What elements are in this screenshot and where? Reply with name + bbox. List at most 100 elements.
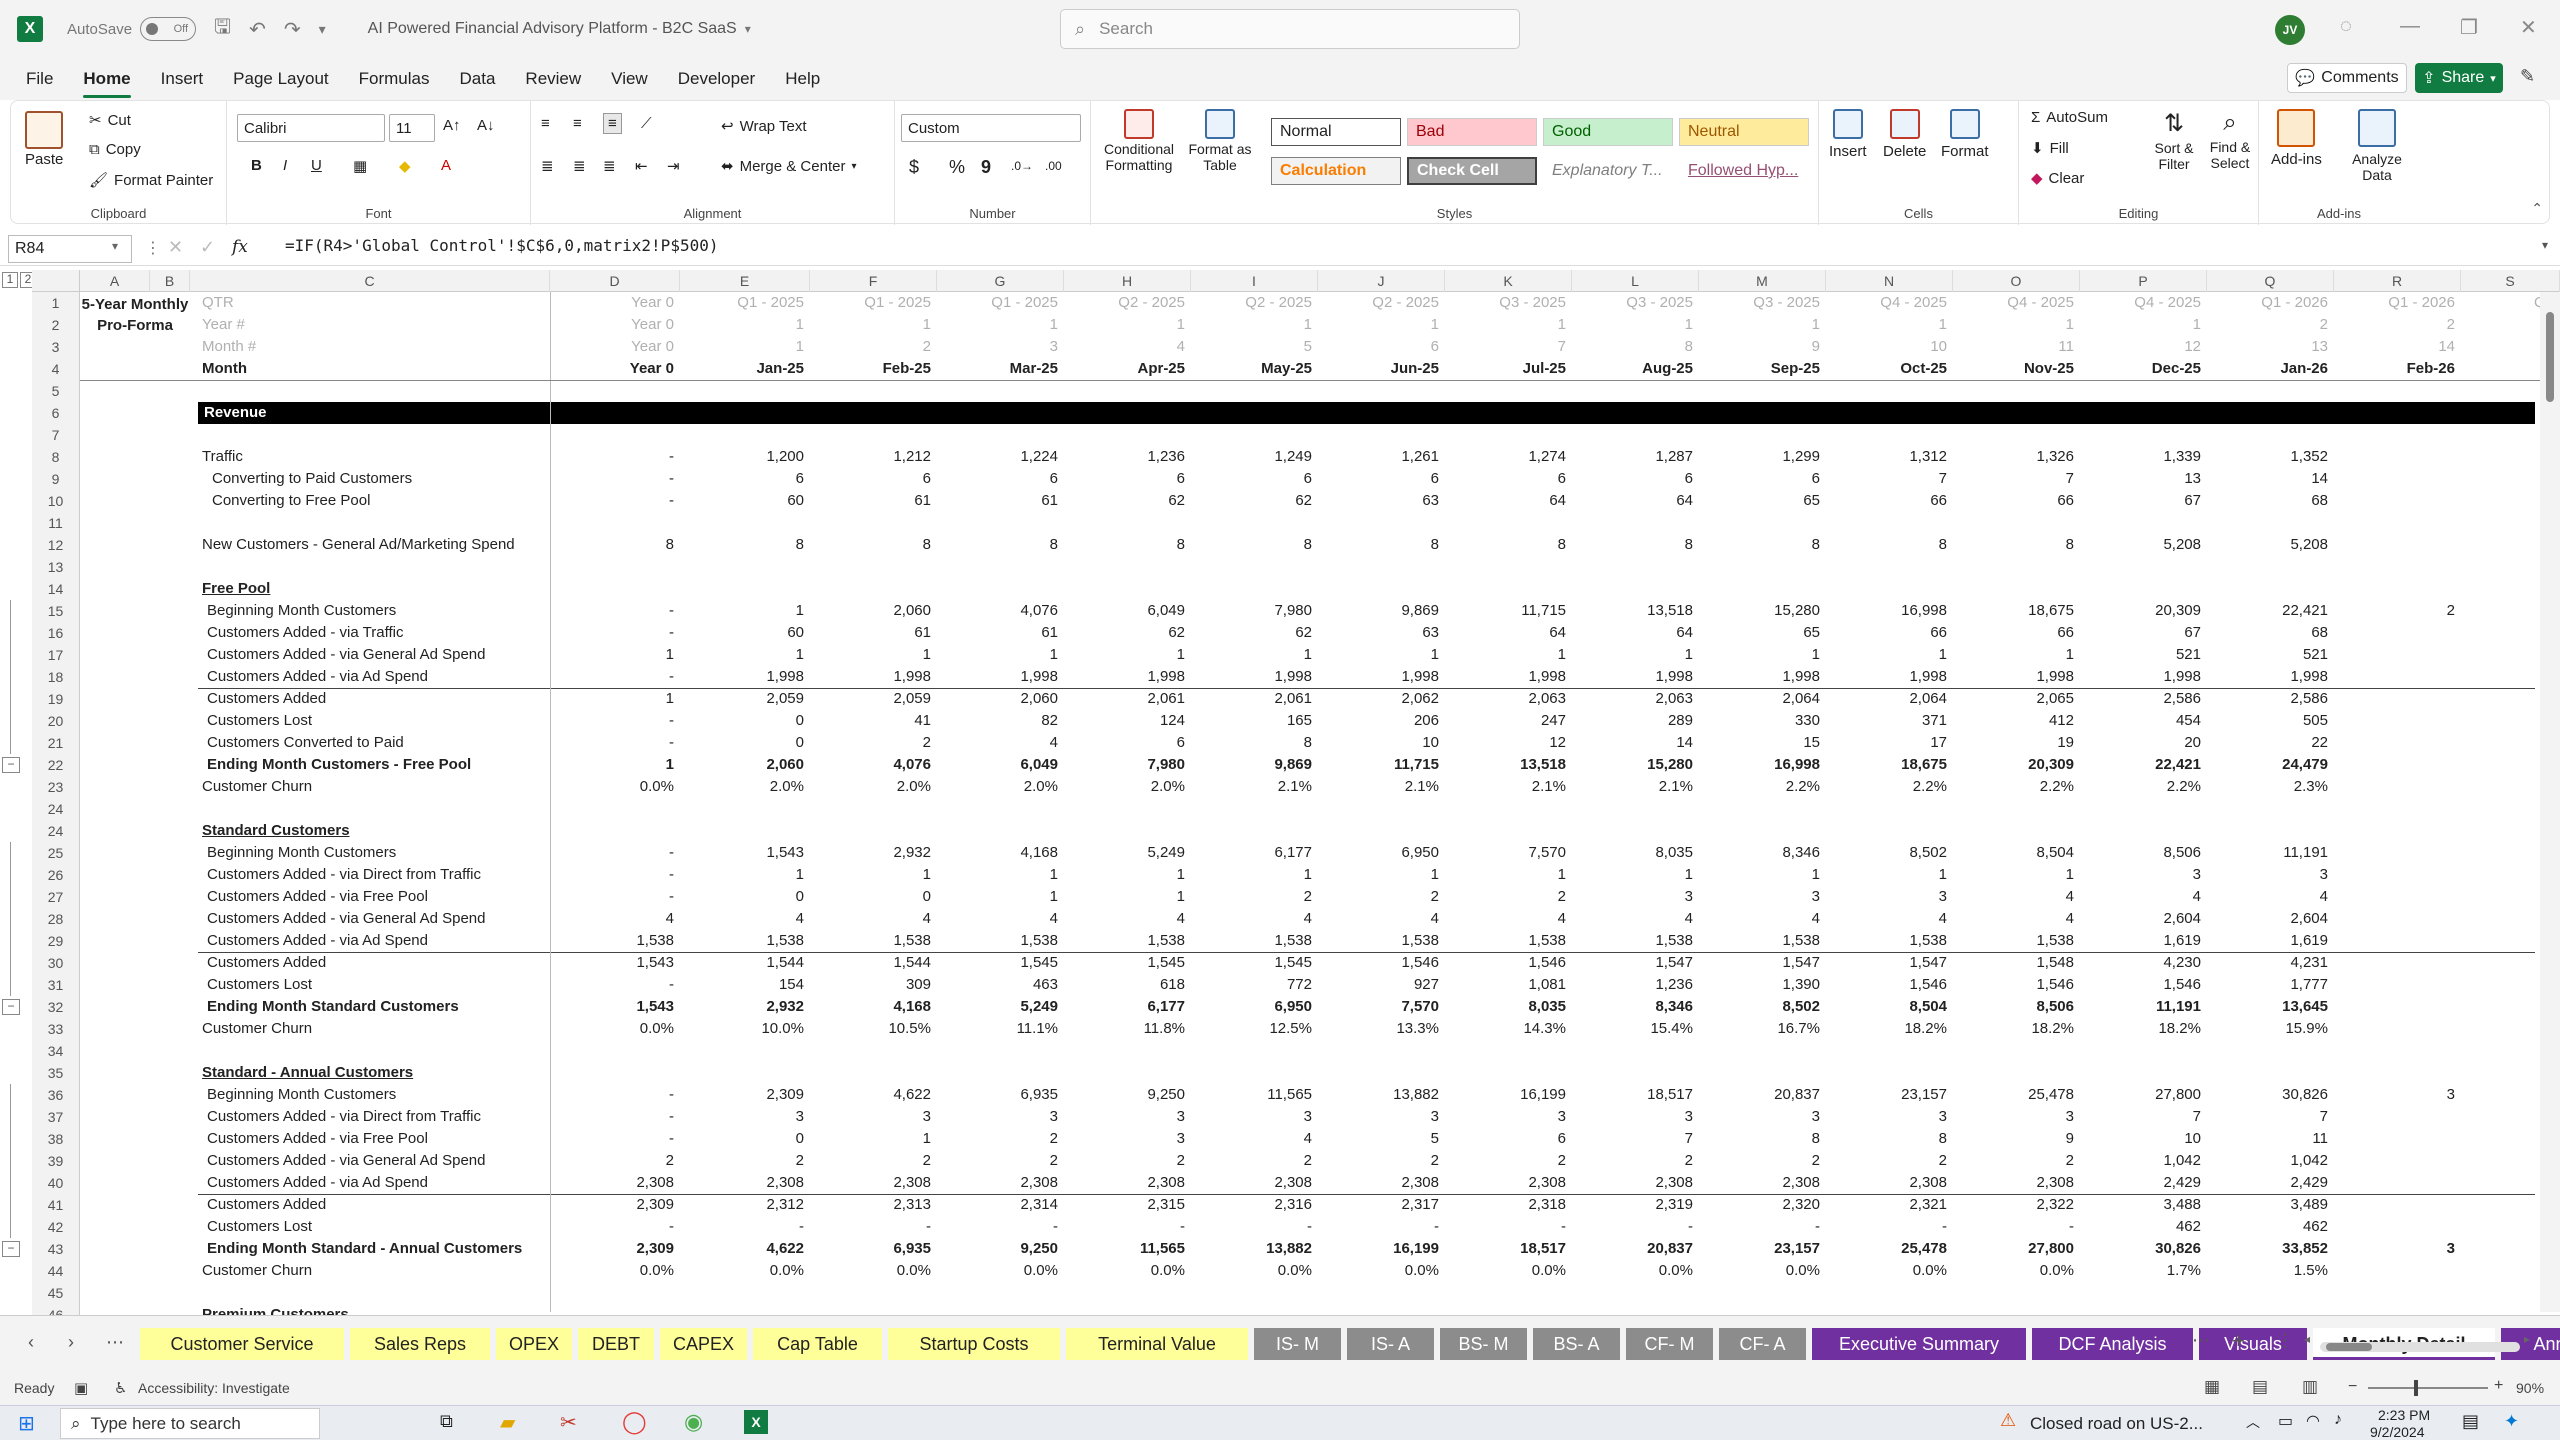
comments-button[interactable]: 💬 Comments bbox=[2287, 63, 2407, 93]
data-cell[interactable]: Feb-25 bbox=[810, 358, 937, 380]
data-cell[interactable]: 1,998 bbox=[680, 666, 810, 688]
data-cell[interactable]: 1,619 bbox=[2207, 930, 2334, 952]
data-cell[interactable]: 2,308 bbox=[810, 1172, 937, 1194]
notifications-icon[interactable]: ▤ bbox=[2462, 1411, 2479, 1432]
data-cell[interactable]: 16,199 bbox=[1445, 1084, 1572, 1106]
style-good[interactable]: Good bbox=[1543, 118, 1673, 146]
normal-view-icon[interactable]: ▦ bbox=[2204, 1377, 2220, 1397]
data-cell[interactable]: 5,208 bbox=[2207, 534, 2334, 556]
italic-button[interactable]: I bbox=[283, 157, 287, 174]
data-cell[interactable]: 8,035 bbox=[1572, 842, 1699, 864]
data-cell[interactable]: - bbox=[550, 666, 680, 688]
data-cell[interactable]: 8 bbox=[810, 534, 937, 556]
data-cell[interactable]: 6,935 bbox=[937, 1084, 1064, 1106]
data-cell[interactable]: 1,547 bbox=[1572, 952, 1699, 974]
data-cell[interactable]: 18.2% bbox=[1953, 1018, 2080, 1040]
data-cell[interactable]: 2.1% bbox=[1572, 776, 1699, 798]
data-cell[interactable]: 22,421 bbox=[2080, 754, 2207, 776]
data-cell[interactable]: 1.7% bbox=[2080, 1260, 2207, 1282]
align-left-icon[interactable]: ≣ bbox=[541, 157, 554, 175]
cancel-icon[interactable]: ✕ bbox=[168, 237, 183, 258]
copy-button[interactable]: ⧉ Copy bbox=[89, 141, 141, 158]
data-cell[interactable]: 2,308 bbox=[550, 1172, 680, 1194]
data-cell[interactable]: 1 bbox=[937, 644, 1064, 666]
data-cell[interactable]: 16.7% bbox=[1699, 1018, 1826, 1040]
row-number[interactable]: 6 bbox=[32, 402, 80, 424]
data-cell[interactable]: 13 bbox=[2207, 336, 2334, 358]
data-cell[interactable]: 0.0% bbox=[680, 1260, 810, 1282]
data-cell[interactable]: 1,998 bbox=[1953, 666, 2080, 688]
data-cell[interactable]: 1,390 bbox=[1699, 974, 1826, 996]
excel-taskbar-icon[interactable]: X bbox=[744, 1410, 768, 1434]
data-cell[interactable]: 4,231 bbox=[2207, 952, 2334, 974]
data-cell[interactable] bbox=[2334, 908, 2461, 930]
data-cell[interactable]: 3 bbox=[2334, 1084, 2461, 1106]
data-cell[interactable]: - bbox=[1826, 1216, 1953, 1238]
data-cell[interactable]: 1 bbox=[1445, 644, 1572, 666]
more-tabs-icon[interactable]: ⋯ bbox=[106, 1332, 124, 1353]
row-number[interactable]: 30 bbox=[32, 952, 80, 974]
data-cell[interactable]: 1,352 bbox=[2207, 446, 2334, 468]
data-cell[interactable]: 16,998 bbox=[1699, 754, 1826, 776]
data-cell[interactable]: 6 bbox=[810, 468, 937, 490]
wifi-icon[interactable]: ◠ bbox=[2306, 1411, 2320, 1431]
data-cell[interactable]: 1 bbox=[1572, 644, 1699, 666]
column-header-s[interactable]: S bbox=[2461, 270, 2560, 292]
row-number[interactable]: 34 bbox=[32, 1040, 80, 1062]
news-notification[interactable]: Closed road on US-2... bbox=[2030, 1414, 2203, 1434]
data-cell[interactable]: 0.0% bbox=[1191, 1260, 1318, 1282]
data-cell[interactable]: 10 bbox=[2080, 1128, 2207, 1150]
data-cell[interactable]: Q4 - 2025 bbox=[1826, 292, 1953, 314]
column-header-l[interactable]: L bbox=[1572, 270, 1699, 292]
data-cell[interactable]: 2,932 bbox=[810, 842, 937, 864]
data-cell[interactable]: - bbox=[550, 600, 680, 622]
data-cell[interactable]: 3,489 bbox=[2207, 1194, 2334, 1216]
data-cell[interactable]: 1 bbox=[1191, 864, 1318, 886]
data-cell[interactable]: 4 bbox=[1826, 908, 1953, 930]
column-header-b[interactable]: B bbox=[150, 270, 190, 292]
data-cell[interactable]: 19 bbox=[1953, 732, 2080, 754]
data-cell[interactable]: 1,998 bbox=[2207, 666, 2334, 688]
data-cell[interactable]: 0 bbox=[680, 732, 810, 754]
data-cell[interactable]: 6,177 bbox=[1064, 996, 1191, 1018]
data-cell[interactable]: 1 bbox=[810, 864, 937, 886]
data-cell[interactable]: 13,645 bbox=[2207, 996, 2334, 1018]
data-cell[interactable]: 4,076 bbox=[810, 754, 937, 776]
data-cell[interactable]: 1 bbox=[1064, 864, 1191, 886]
data-cell[interactable]: 11,191 bbox=[2207, 842, 2334, 864]
align-middle-icon[interactable]: ≡ bbox=[573, 115, 582, 132]
data-cell[interactable]: 3 bbox=[2207, 864, 2334, 886]
data-cell[interactable]: 13.3% bbox=[1318, 1018, 1445, 1040]
data-cell[interactable]: 2,308 bbox=[1318, 1172, 1445, 1194]
chrome-icon[interactable]: ◉ bbox=[684, 1409, 703, 1435]
row-number[interactable]: 17 bbox=[32, 644, 80, 666]
data-cell[interactable]: 9 bbox=[1953, 1128, 2080, 1150]
zoom-level[interactable]: 90% bbox=[2516, 1380, 2544, 1396]
column-header-a[interactable]: A bbox=[80, 270, 150, 292]
data-cell[interactable] bbox=[2334, 776, 2461, 798]
decrease-indent-icon[interactable]: ⇤ bbox=[635, 157, 648, 175]
row-number[interactable]: 38 bbox=[32, 1128, 80, 1150]
horizontal-scrollbar[interactable] bbox=[2320, 1342, 2520, 1352]
macro-record-icon[interactable]: ▣ bbox=[74, 1379, 88, 1397]
analyze-data-button[interactable]: Analyze Data bbox=[2349, 109, 2405, 183]
data-cell[interactable]: 2 bbox=[2334, 314, 2461, 336]
data-cell[interactable]: 0.0% bbox=[550, 1018, 680, 1040]
sheet-tab-is-a[interactable]: IS- A bbox=[1347, 1328, 1434, 1360]
data-cell[interactable]: 1 bbox=[550, 688, 680, 710]
data-cell[interactable]: 1 bbox=[1572, 864, 1699, 886]
column-header-r[interactable]: R bbox=[2334, 270, 2461, 292]
data-cell[interactable]: 1,998 bbox=[1318, 666, 1445, 688]
data-cell[interactable] bbox=[2334, 974, 2461, 996]
data-cell[interactable]: Jul-25 bbox=[1445, 358, 1572, 380]
data-cell[interactable]: 2 bbox=[937, 1150, 1064, 1172]
data-cell[interactable]: 8 bbox=[1572, 336, 1699, 358]
row-number[interactable]: 22 bbox=[32, 754, 80, 776]
sheet-tab-bs-m[interactable]: BS- M bbox=[1440, 1328, 1527, 1360]
data-cell[interactable]: - bbox=[550, 446, 680, 468]
data-cell[interactable]: 62 bbox=[1064, 490, 1191, 512]
data-cell[interactable]: 65 bbox=[1699, 490, 1826, 512]
data-cell[interactable]: 66 bbox=[1826, 490, 1953, 512]
data-cell[interactable]: Year 0 bbox=[550, 314, 680, 336]
delete-cells-button[interactable]: Delete bbox=[1883, 109, 1926, 160]
